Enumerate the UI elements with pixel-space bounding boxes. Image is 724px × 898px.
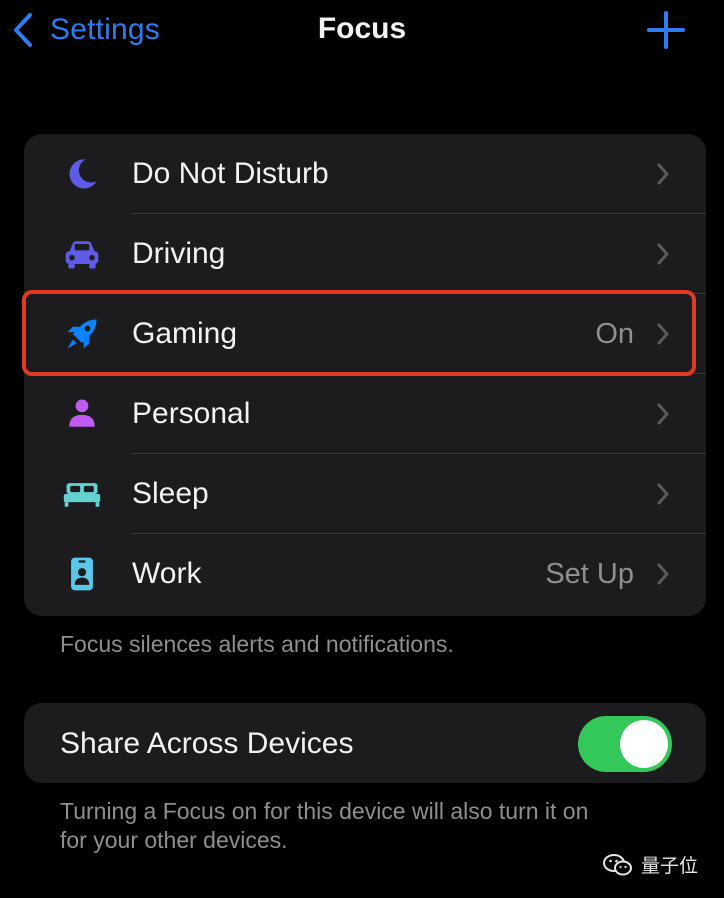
focus-item-label: Do Not Disturb [132, 157, 329, 190]
focus-item-driving[interactable]: Driving [24, 214, 706, 294]
share-footer-line: Turning a Focus on for this device will … [60, 798, 589, 824]
bed-icon [60, 472, 104, 516]
share-across-devices-toggle[interactable] [578, 716, 672, 772]
add-icon[interactable] [646, 10, 686, 50]
focus-item-work[interactable]: Work Set Up [24, 534, 706, 614]
share-across-devices-row: Share Across Devices [24, 703, 706, 783]
focus-footer-note: Focus silences alerts and notifications. [60, 631, 454, 657]
focus-item-gaming[interactable]: Gaming On [24, 294, 706, 374]
focus-item-personal[interactable]: Personal [24, 374, 706, 454]
focus-item-do-not-disturb[interactable]: Do Not Disturb [24, 134, 706, 214]
focus-list: Do Not Disturb Driving Gaming On Persona… [24, 134, 706, 616]
focus-item-label: Driving [132, 237, 226, 270]
focus-item-status: Set Up [545, 557, 634, 590]
chevron-right-icon [657, 323, 669, 345]
focus-item-sleep[interactable]: Sleep [24, 454, 706, 534]
toggle-knob [620, 720, 668, 768]
moon-icon [60, 152, 104, 196]
share-across-devices-label: Share Across Devices [60, 727, 354, 760]
focus-item-label: Work [132, 557, 202, 590]
id-badge-icon [60, 552, 104, 596]
focus-item-label: Personal [132, 397, 251, 430]
focus-item-label: Sleep [132, 477, 209, 510]
focus-item-status: On [595, 317, 634, 350]
rocket-icon [60, 312, 104, 356]
share-footer-line: for your other devices. [60, 827, 288, 853]
navigation-bar: Settings Focus [0, 0, 724, 62]
chevron-right-icon [657, 563, 669, 585]
chevron-right-icon [657, 243, 669, 265]
person-icon [60, 392, 104, 436]
chevron-right-icon [657, 163, 669, 185]
chevron-right-icon [657, 483, 669, 505]
wechat-icon [602, 853, 632, 875]
car-icon [60, 232, 104, 276]
focus-item-label: Gaming [132, 317, 238, 350]
page-title: Focus [317, 12, 407, 45]
watermark: 量子位 [602, 851, 698, 878]
chevron-right-icon [657, 403, 669, 425]
share-footer-note: Turning a Focus on for this device will … [60, 797, 588, 855]
watermark-text: 量子位 [640, 856, 698, 877]
